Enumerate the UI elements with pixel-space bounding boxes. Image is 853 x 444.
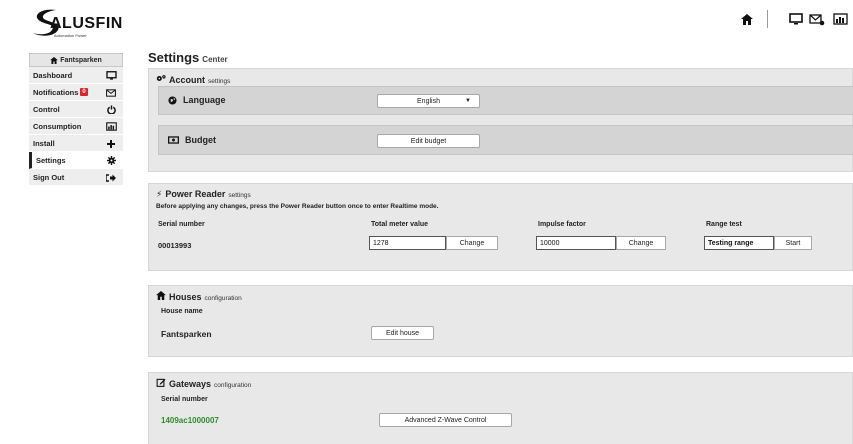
account-settings-panel: Account settings Language English ▼ Budg… xyxy=(148,68,853,172)
houses-panel: Houses configuration House name Fantspar… xyxy=(148,285,853,357)
total-meter-label: Total meter value xyxy=(371,221,429,228)
impulse-factor-input[interactable]: 10000 xyxy=(536,236,616,250)
house-name-value: Fantsparken xyxy=(161,329,212,339)
app-window: ALUSFIN Automation Power Fantsparken Das… xyxy=(0,0,853,444)
range-start-button[interactable]: Start xyxy=(774,236,812,250)
monitor-icon[interactable] xyxy=(788,12,804,26)
power-reader-title-text: Power Reader xyxy=(165,189,226,199)
budget-row: Budget Edit budget xyxy=(158,125,853,155)
gateways-title-text: Gateways xyxy=(169,379,212,389)
serial-number-label: Serial number xyxy=(158,221,205,228)
sign-out-icon xyxy=(105,172,117,183)
brand-name: ALUSFIN xyxy=(50,15,123,32)
power-reader-subtitle: settings xyxy=(228,192,251,199)
sidebar-item-label: Settings xyxy=(36,155,66,165)
header-divider xyxy=(767,10,768,28)
sidebar-location-label: Fantsparken xyxy=(60,56,102,64)
sidebar: Fantsparken Dashboard Notifications 0 Co… xyxy=(29,53,123,186)
gateways-panel-title: Gateways configuration xyxy=(156,378,251,389)
edit-budget-button-label: Edit budget xyxy=(410,137,447,145)
caret-down-icon: ▼ xyxy=(465,98,471,104)
range-test-label: Range test xyxy=(706,221,742,228)
sidebar-item-install[interactable]: Install xyxy=(29,135,123,152)
sidebar-item-label: Control xyxy=(33,104,60,114)
serial-number-value: 00013993 xyxy=(158,241,192,250)
notification-count-badge: 0 xyxy=(80,88,88,96)
envelope-icon xyxy=(105,87,117,98)
sidebar-item-settings[interactable]: Settings xyxy=(29,152,123,169)
gateways-panel: Gateways configuration Serial number 140… xyxy=(148,372,853,444)
account-subtitle: settings xyxy=(208,78,231,85)
houses-title-text: Houses xyxy=(169,292,202,302)
impulse-change-button[interactable]: Change xyxy=(616,236,666,250)
globe-icon xyxy=(168,95,177,105)
home-icon xyxy=(156,291,166,300)
page-subtitle: Center xyxy=(202,55,228,64)
monitor-icon xyxy=(105,70,117,81)
language-row: Language English ▼ xyxy=(158,86,853,115)
brand-tagline: Automation Power xyxy=(54,33,87,38)
account-panel-title: Account settings xyxy=(156,74,230,85)
bolt-icon: ⚡ xyxy=(156,189,163,199)
edit-budget-button[interactable]: Edit budget xyxy=(377,134,480,148)
sidebar-item-label: Notifications xyxy=(33,87,79,97)
mail-settings-icon[interactable] xyxy=(809,12,825,26)
sidebar-location[interactable]: Fantsparken xyxy=(29,53,123,67)
gateway-serial-value[interactable]: 1409ac1000007 xyxy=(161,416,219,425)
language-label: Language xyxy=(168,95,226,105)
power-reader-panel: ⚡ Power Reader settings Before applying … xyxy=(148,183,853,271)
power-icon xyxy=(105,104,117,115)
sidebar-item-label: Install xyxy=(33,138,55,148)
total-meter-input[interactable]: 1278 xyxy=(369,236,446,250)
edit-house-button[interactable]: Edit house xyxy=(371,326,434,340)
gear-icon xyxy=(105,155,117,166)
gears-icon xyxy=(156,75,166,81)
money-icon xyxy=(168,136,179,144)
language-selected-value: English xyxy=(417,97,440,105)
range-test-status: Testing range xyxy=(704,236,774,250)
power-reader-panel-title: ⚡ Power Reader settings xyxy=(156,189,251,200)
chart-icon xyxy=(105,121,117,132)
sidebar-item-label: Consumption xyxy=(33,121,82,131)
sidebar-item-label: Dashboard xyxy=(33,70,73,80)
page-title-text: Settings xyxy=(148,50,200,65)
header: ALUSFIN Automation Power xyxy=(0,0,853,44)
advanced-zwave-button[interactable]: Advanced Z-Wave Control xyxy=(379,413,512,427)
meter-change-button[interactable]: Change xyxy=(446,236,498,250)
home-icon xyxy=(50,56,59,64)
budget-label: Budget xyxy=(168,135,216,145)
power-reader-note: Before applying any changes, press the P… xyxy=(156,203,439,210)
language-select[interactable]: English ▼ xyxy=(377,94,480,108)
house-name-label: House name xyxy=(161,308,203,315)
chart-icon[interactable] xyxy=(832,12,848,26)
edit-icon xyxy=(156,378,166,387)
home-icon[interactable] xyxy=(739,12,755,26)
houses-panel-title: Houses configuration xyxy=(156,291,242,302)
gateway-serial-label: Serial number xyxy=(161,396,208,403)
budget-label-text: Budget xyxy=(185,135,216,145)
salusfin-logo[interactable]: ALUSFIN Automation Power xyxy=(30,6,130,38)
sidebar-item-label: Sign Out xyxy=(33,172,65,182)
gateways-subtitle: configuration xyxy=(214,382,252,389)
sidebar-item-dashboard[interactable]: Dashboard xyxy=(29,67,123,84)
sidebar-item-consumption[interactable]: Consumption xyxy=(29,118,123,135)
impulse-factor-label: Impulse factor xyxy=(538,221,586,228)
sidebar-item-sign-out[interactable]: Sign Out xyxy=(29,169,123,186)
sidebar-item-notifications[interactable]: Notifications 0 xyxy=(29,84,123,101)
account-title-text: Account xyxy=(169,75,205,85)
plus-icon xyxy=(105,138,117,149)
page-title: Settings Center xyxy=(148,50,228,65)
sidebar-item-control[interactable]: Control xyxy=(29,101,123,118)
language-label-text: Language xyxy=(183,95,226,105)
houses-subtitle: configuration xyxy=(204,295,242,302)
